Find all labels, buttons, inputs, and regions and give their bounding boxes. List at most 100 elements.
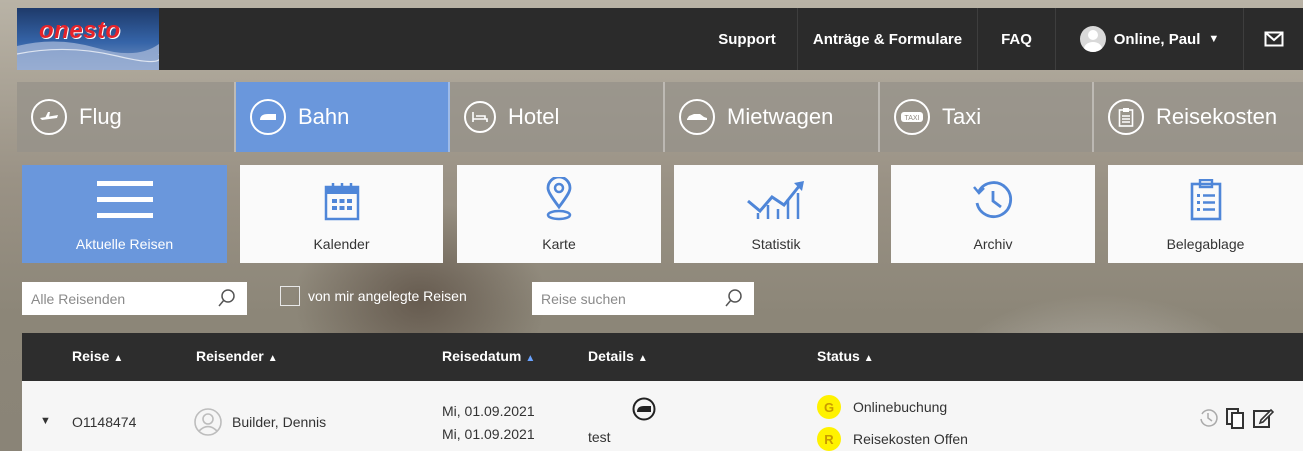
tile-archiv-label: Archiv — [973, 236, 1013, 252]
column-header-details-label: Details — [588, 348, 634, 364]
status-text: Reisekosten Offen — [853, 431, 968, 447]
document-list-icon — [1190, 165, 1222, 221]
sort-up-icon: ▲ — [863, 353, 874, 364]
faq-label: FAQ — [1001, 30, 1032, 48]
edit-icon[interactable] — [1252, 407, 1275, 432]
expand-arrow-icon[interactable]: ▼ — [40, 415, 51, 427]
tile-statistik-label: Statistik — [751, 236, 801, 252]
plane-icon — [31, 99, 67, 135]
date-end: Mi, 01.09.2021 — [442, 426, 535, 442]
tab-mietwagen-label: Mietwagen — [727, 104, 834, 129]
status-item: G Onlinebuchung — [817, 395, 947, 419]
car-icon — [679, 99, 715, 135]
tab-bahn[interactable]: Bahn — [236, 82, 450, 152]
column-header-date[interactable]: Reisedatum ▲ — [442, 348, 535, 364]
user-menu[interactable]: Online, Paul ▼ — [1055, 8, 1243, 70]
date-start: Mi, 01.09.2021 — [442, 403, 535, 419]
tab-reisekosten[interactable]: Reisekosten — [1094, 82, 1303, 152]
support-link[interactable]: Support — [697, 8, 797, 70]
avatar — [194, 408, 222, 439]
trip-details: test — [588, 429, 611, 445]
section-tiles: Aktuelle Reisen Kalender Karte Statistik… — [22, 165, 1303, 263]
top-bar: onesto Support Anträge & Formulare FAQ O… — [17, 8, 1303, 70]
bed-icon — [464, 101, 496, 133]
train-icon — [632, 397, 656, 424]
tile-karte[interactable]: Karte — [457, 165, 661, 263]
sort-up-icon: ▲ — [525, 353, 536, 364]
tab-taxi-label: Taxi — [942, 104, 982, 129]
sort-up-icon: ▲ — [637, 353, 648, 364]
menu-icon — [96, 165, 153, 221]
table-row[interactable]: ▼ O1148474 Builder, Dennis Mi, 01.09.202… — [22, 381, 1303, 451]
calendar-icon — [324, 165, 360, 221]
copy-icon[interactable] — [1225, 407, 1245, 432]
taxi-icon: TAXI — [894, 99, 930, 135]
own-trips-filter[interactable]: von mir angelegte Reisen — [280, 286, 467, 306]
mail-button[interactable] — [1243, 8, 1303, 70]
traveler-filter-input[interactable]: Alle Reisenden — [22, 282, 247, 315]
tab-flug[interactable]: Flug — [17, 82, 236, 152]
logo[interactable]: onesto — [17, 8, 159, 70]
status-badge: G — [817, 395, 841, 419]
column-header-details[interactable]: Details ▲ — [588, 348, 648, 364]
filter-bar: Alle Reisenden von mir angelegte Reisen … — [22, 282, 1303, 315]
table-header: Reise ▲ Reisender ▲ Reisedatum ▲ Details ▲ S… — [22, 333, 1303, 381]
tab-hotel-label: Hotel — [508, 104, 560, 129]
tile-belegablage[interactable]: Belegablage — [1108, 165, 1303, 263]
caret-down-icon: ▼ — [1208, 33, 1220, 45]
tile-kalender[interactable]: Kalender — [240, 165, 443, 263]
tab-flug-label: Flug — [79, 104, 122, 129]
column-header-trip[interactable]: Reise ▲ — [72, 348, 123, 364]
trip-id[interactable]: O1148474 — [72, 414, 136, 430]
own-trips-checkbox[interactable] — [280, 286, 300, 306]
chart-icon — [744, 165, 808, 221]
sort-up-icon: ▲ — [267, 353, 278, 364]
clipboard-icon — [1108, 99, 1144, 135]
support-label: Support — [718, 30, 776, 48]
tile-statistik[interactable]: Statistik — [674, 165, 878, 263]
status-item: R Reisekosten Offen — [817, 427, 968, 451]
tile-belegablage-label: Belegablage — [1166, 236, 1245, 252]
svg-text:TAXI: TAXI — [904, 115, 919, 122]
column-header-trip-label: Reise — [72, 348, 110, 364]
user-avatar-icon — [1079, 26, 1106, 52]
status-text: Onlinebuchung — [853, 399, 948, 415]
history-icon[interactable] — [1198, 408, 1218, 431]
tab-hotel[interactable]: Hotel — [450, 82, 665, 152]
tile-aktuelle-reisen[interactable]: Aktuelle Reisen — [22, 165, 227, 263]
own-trips-label: von mir angelegte Reisen — [308, 288, 467, 304]
forms-link[interactable]: Anträge & Formulare — [797, 8, 977, 70]
tab-bahn-label: Bahn — [298, 104, 350, 129]
forms-label: Anträge & Formulare — [812, 30, 963, 48]
tab-taxi[interactable]: TAXI Taxi — [880, 82, 1094, 152]
tile-karte-label: Karte — [542, 236, 576, 252]
tile-kalender-label: Kalender — [313, 236, 370, 252]
sort-up-icon: ▲ — [113, 353, 124, 364]
trip-search-placeholder: Reise suchen — [541, 290, 626, 307]
tab-reisekosten-label: Reisekosten — [1156, 104, 1278, 129]
user-name: Online, Paul — [1113, 30, 1201, 48]
logo-text: onesto — [39, 17, 121, 44]
tile-archiv[interactable]: Archiv — [891, 165, 1095, 263]
top-navigation: Support Anträge & Formulare FAQ Online, … — [697, 8, 1303, 70]
column-header-status[interactable]: Status ▲ — [817, 348, 874, 364]
trip-search-input[interactable]: Reise suchen — [532, 282, 754, 315]
travel-mode-tabs: Flug Bahn Hotel Mietwagen TAXI Taxi Reis… — [17, 82, 1303, 152]
train-icon — [250, 99, 286, 135]
column-header-traveler-label: Reisender — [196, 348, 264, 364]
tile-aktuelle-reisen-label: Aktuelle Reisen — [75, 236, 174, 252]
column-header-traveler[interactable]: Reisender ▲ — [196, 348, 278, 364]
envelope-icon — [1264, 31, 1283, 47]
column-header-date-label: Reisedatum — [442, 348, 522, 364]
history-icon — [971, 165, 1015, 221]
column-header-status-label: Status — [817, 348, 860, 364]
status-badge: R — [817, 427, 841, 451]
person-icon — [194, 408, 222, 436]
tab-mietwagen[interactable]: Mietwagen — [665, 82, 880, 152]
map-pin-icon — [544, 165, 574, 221]
search-icon[interactable] — [724, 288, 744, 308]
faq-link[interactable]: FAQ — [977, 8, 1055, 70]
search-icon[interactable] — [217, 288, 237, 308]
traveler-name[interactable]: Builder, Dennis — [232, 414, 326, 430]
traveler-filter-placeholder: Alle Reisenden — [31, 290, 126, 307]
